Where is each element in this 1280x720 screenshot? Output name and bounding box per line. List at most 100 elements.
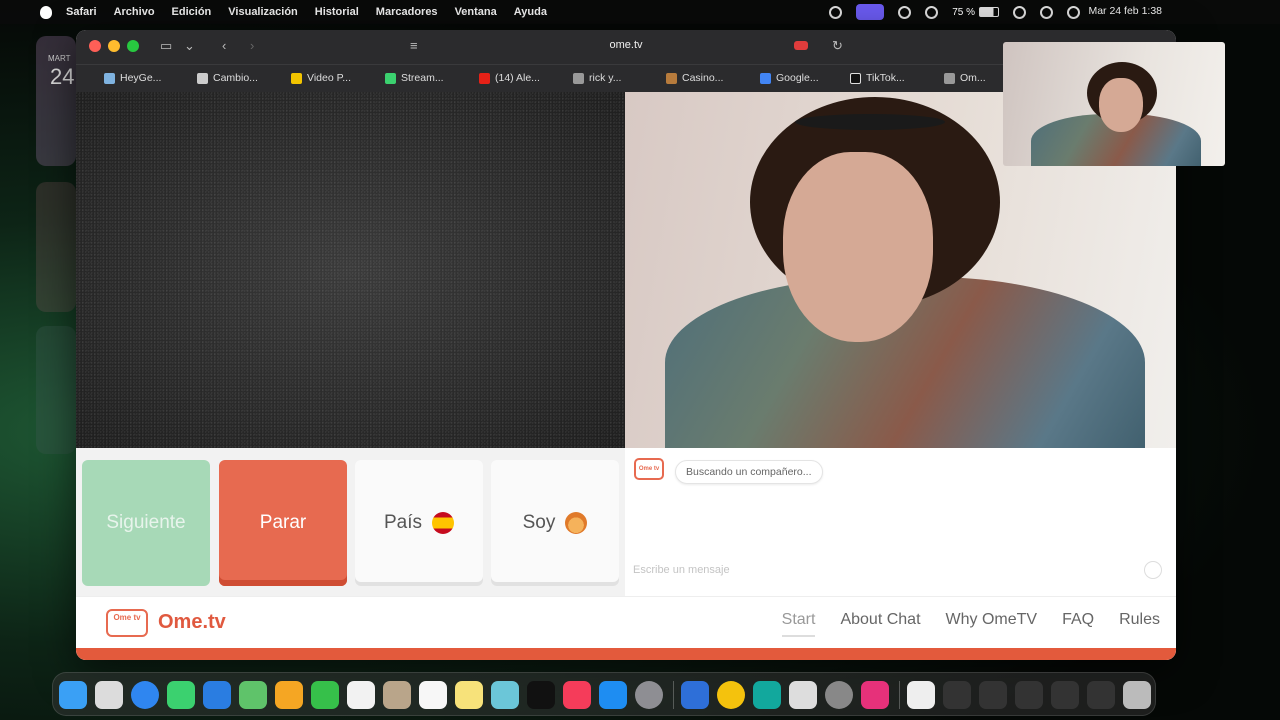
message-input[interactable] <box>633 564 1133 576</box>
gear-icon[interactable] <box>898 5 912 19</box>
bookmark-item[interactable]: Stream... <box>385 72 444 84</box>
next-label: Siguiente <box>106 512 186 533</box>
reader-icon[interactable]: ≡ <box>410 38 418 53</box>
close-window-button[interactable] <box>89 40 101 52</box>
screenshot-thumbnail-icon[interactable] <box>943 681 971 709</box>
finder-icon[interactable] <box>59 681 87 709</box>
screen-record-icon[interactable] <box>856 4 885 20</box>
screenshot-thumbnail-icon[interactable] <box>1087 681 1115 709</box>
footer-nav: Start About Chat Why OmeTV FAQ Rules <box>781 611 1160 637</box>
reminders-icon[interactable] <box>419 681 447 709</box>
nav-about-chat[interactable]: About Chat <box>840 611 920 637</box>
apple-tv-icon[interactable] <box>527 681 555 709</box>
control-center-icon[interactable] <box>1067 5 1080 19</box>
music-icon[interactable] <box>563 681 591 709</box>
stranger-video-static <box>76 92 625 448</box>
bookmark-label: Cambio... <box>213 72 258 84</box>
sidebar-icon[interactable]: ▭ <box>160 38 172 54</box>
contacts-icon[interactable] <box>383 681 411 709</box>
bookmark-item[interactable]: rick y... <box>573 72 621 84</box>
nav-start[interactable]: Start <box>781 611 816 637</box>
menu-visualizacion[interactable]: Visualización <box>228 6 298 18</box>
photo-booth-icon[interactable] <box>789 681 817 709</box>
notes-icon[interactable] <box>455 681 483 709</box>
notes-widget[interactable] <box>36 326 76 454</box>
brand-name[interactable]: Ome.tv <box>158 611 226 634</box>
photos-icon[interactable] <box>275 681 303 709</box>
bookmark-favicon-icon <box>944 72 955 84</box>
minimize-window-button[interactable] <box>108 40 120 52</box>
facetime-icon[interactable] <box>311 681 339 709</box>
messages-icon[interactable] <box>167 681 195 709</box>
ometv-chat-logo-icon: Ome tv <box>634 458 664 480</box>
reminders-widget[interactable] <box>36 182 76 312</box>
stop-button[interactable]: Parar <box>219 460 347 586</box>
shield-icon[interactable] <box>681 681 709 709</box>
bookmark-item[interactable]: Cambio... <box>197 72 258 84</box>
screenshot-thumbnail-icon[interactable] <box>1051 681 1079 709</box>
bookmark-favicon-icon <box>104 72 115 84</box>
calendar-widget[interactable]: MART 24 <box>36 36 76 166</box>
freeform-icon[interactable] <box>491 681 519 709</box>
emoji-icon[interactable] <box>1144 561 1162 579</box>
bookmark-item[interactable]: HeyGe... <box>104 72 161 84</box>
apple-menu-icon[interactable] <box>40 5 52 19</box>
app-store-icon[interactable] <box>599 681 627 709</box>
menu-edicion[interactable]: Edición <box>172 6 212 18</box>
nav-rules[interactable]: Rules <box>1119 611 1160 637</box>
maps-icon[interactable] <box>239 681 267 709</box>
wifi-icon[interactable] <box>1013 5 1026 19</box>
maximize-window-button[interactable] <box>127 40 139 52</box>
game-icon[interactable] <box>753 681 781 709</box>
battery-status[interactable]: 75 % <box>952 7 999 18</box>
bookmark-label: TikTok... <box>866 72 905 84</box>
safari-icon[interactable] <box>131 681 159 709</box>
chevron-down-icon[interactable]: ⌄ <box>184 38 195 54</box>
gender-label: Soy <box>522 512 556 533</box>
menu-ayuda[interactable]: Ayuda <box>514 6 547 18</box>
nav-why-ometv[interactable]: Why OmeTV <box>946 611 1038 637</box>
menu-historial[interactable]: Historial <box>315 6 359 18</box>
menu-archivo[interactable]: Archivo <box>114 6 155 18</box>
search-icon[interactable] <box>1040 5 1053 19</box>
screenshot-thumbnail-icon[interactable] <box>979 681 1007 709</box>
mail-icon[interactable] <box>203 681 231 709</box>
bookmark-favicon-icon <box>385 72 396 84</box>
launchpad-icon[interactable] <box>95 681 123 709</box>
ometv-logo-icon[interactable]: Ome tv <box>106 609 148 637</box>
menu-app-name[interactable]: Safari <box>66 6 97 18</box>
bookmark-item[interactable]: TikTok... <box>850 72 905 84</box>
document-icon[interactable] <box>907 681 935 709</box>
menu-clock[interactable]: Mar 24 feb 1:38 <box>1088 5 1162 17</box>
focus-icon[interactable] <box>829 5 843 19</box>
self-preview-pip[interactable] <box>1003 42 1225 166</box>
pip-person-face <box>1099 78 1143 132</box>
address-bar[interactable]: ome.tv <box>576 39 676 51</box>
nav-faq[interactable]: FAQ <box>1062 611 1094 637</box>
tiktok-icon[interactable] <box>861 681 889 709</box>
gender-button[interactable]: Soy <box>491 460 619 586</box>
calendar-icon[interactable] <box>347 681 375 709</box>
chrome-icon[interactable] <box>717 681 745 709</box>
youtube-icon <box>479 72 490 84</box>
system-settings-icon[interactable] <box>635 681 663 709</box>
camera-in-use-icon[interactable] <box>794 41 808 50</box>
bookmark-item[interactable]: Om... <box>944 72 986 84</box>
chat-status-message: Buscando un compañero... <box>675 460 823 484</box>
country-button[interactable]: País <box>355 460 483 586</box>
next-button[interactable]: Siguiente <box>82 460 210 586</box>
back-icon[interactable]: ‹ <box>222 38 226 53</box>
menu-marcadores[interactable]: Marcadores <box>376 6 438 18</box>
bookmark-item[interactable]: Casino... <box>666 72 723 84</box>
reload-icon[interactable]: ↻ <box>832 38 843 54</box>
tiktok-icon <box>850 72 861 84</box>
bookmark-item[interactable]: Video P... <box>291 72 351 84</box>
bookmark-item[interactable]: (14) Ale... <box>479 72 540 84</box>
obs-icon[interactable] <box>825 681 853 709</box>
trash-icon[interactable] <box>1123 681 1151 709</box>
menu-ventana[interactable]: Ventana <box>455 6 497 18</box>
forward-icon[interactable]: › <box>250 38 254 53</box>
screenshot-thumbnail-icon[interactable] <box>1015 681 1043 709</box>
bookmark-item[interactable]: Google... <box>760 72 819 84</box>
play-icon[interactable] <box>925 5 939 19</box>
